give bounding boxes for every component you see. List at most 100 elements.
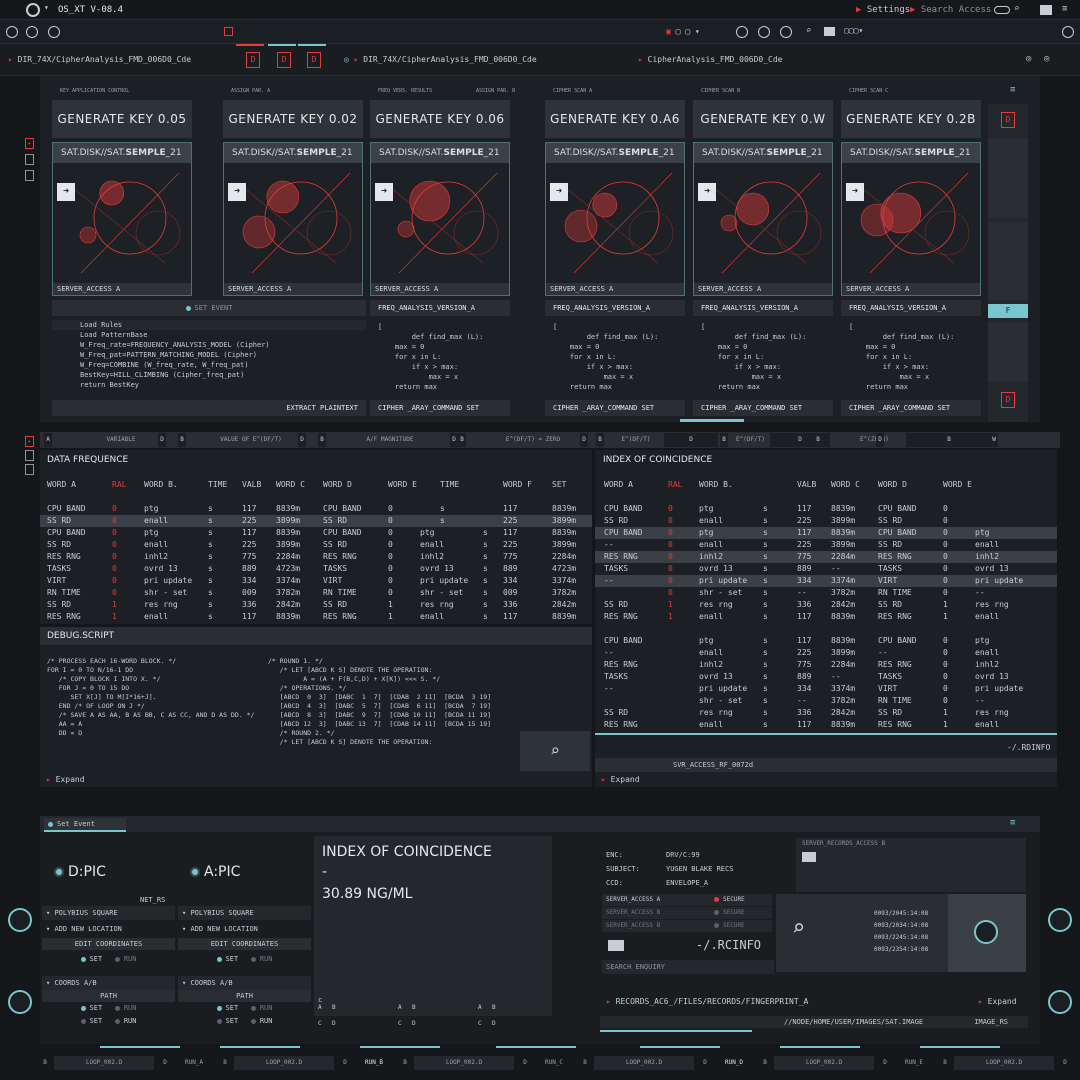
- variable-bar-cell[interactable]: A: [44, 433, 52, 447]
- footer-cell[interactable]: D: [700, 1056, 710, 1070]
- table-row[interactable]: RES RNG inhl2 s 775 2284m RES RNG 0 inhl2: [595, 659, 1057, 671]
- debug-search-button[interactable]: ⌕: [520, 731, 590, 771]
- variable-bar-cell[interactable]: B: [720, 433, 728, 447]
- footer-cell[interactable]: RUN_C: [534, 1056, 574, 1070]
- layout-icons[interactable]: ▣ ▢ ▢ ▾: [666, 27, 700, 36]
- table-row[interactable]: RES RNG enall s 117 8839m RES RNG 1 enall: [595, 719, 1057, 731]
- footer-cell[interactable]: B: [760, 1056, 770, 1070]
- hex-nav-icon-3[interactable]: [1048, 908, 1072, 932]
- set-run-row[interactable]: SET RUN: [42, 1015, 175, 1028]
- variable-bar-cell[interactable]: VALUE OF E^(DF/T): [208, 433, 294, 447]
- set-run-row[interactable]: SET RUN: [42, 950, 175, 968]
- grid-cell[interactable]: B: [492, 1004, 496, 1011]
- table-row[interactable]: CPU BAND 0 ptg s 117 8839m CPU BAND 0 ptg s 117 883…: [40, 527, 592, 539]
- footer-cell[interactable]: RUN_B: [354, 1056, 394, 1070]
- table-row[interactable]: TASKS 0 ovrd 13 s 889 -- TASKS 0 ovrd 13: [595, 563, 1057, 575]
- right-path-tab[interactable]: ▸ CipherAnalysis_FMD_006D0_Cde: [638, 55, 783, 64]
- table-row[interactable]: -- enall s 225 3899m -- 0 enall: [595, 647, 1057, 659]
- generate-key-button[interactable]: GENERATE KEY 0.06: [370, 100, 510, 138]
- server-access-row[interactable]: SERVER_ACCESS B SECURE: [602, 920, 772, 932]
- table-row[interactable]: RES RNG 0 inhl2 s 775 2284m RES RNG 0 inhl2 s 775 2…: [40, 551, 592, 563]
- table-row[interactable]: -- 0 enall s 225 3899m SS RD 0 enall: [595, 539, 1057, 551]
- card-arrow-button[interactable]: ➜: [228, 183, 246, 201]
- set-run-row[interactable]: SET RUN: [178, 1002, 311, 1015]
- variable-bar-cell[interactable]: A/F MAGNITUDE: [340, 433, 440, 447]
- grid-cell[interactable]: C: [398, 1020, 402, 1027]
- set-run-row[interactable]: SET RUN: [178, 950, 311, 968]
- grid-cell[interactable]: D: [412, 1020, 416, 1027]
- table-row[interactable]: SS RD 1 res rng s 336 2842m SS RD 1 res rng s 336 2…: [40, 599, 592, 611]
- cipher-command-button[interactable]: CIPHER _ARAY_COMMAND SET: [841, 400, 981, 416]
- footer-cell[interactable]: LOOP_002.D: [414, 1056, 514, 1070]
- side-file-icon-1[interactable]: ▸: [25, 138, 34, 149]
- variable-bar-cell[interactable]: B: [814, 433, 822, 447]
- right-f-button[interactable]: F: [988, 304, 1028, 318]
- footer-cell[interactable]: B: [940, 1056, 950, 1070]
- table-row[interactable]: 0 shr - set s -- 3782m RN TIME 0 --: [595, 587, 1057, 599]
- mid-path-tab[interactable]: ◎ ▸ DIR_74X/CipherAnalysis_FMD_006D0_Cde: [344, 55, 537, 64]
- footer-cell[interactable]: D: [1060, 1056, 1070, 1070]
- record-button-4[interactable]: [736, 26, 748, 38]
- grid-cell[interactable]: A: [318, 1004, 322, 1011]
- grid-cell[interactable]: D: [492, 1020, 496, 1027]
- grid-cell[interactable]: B: [332, 1004, 336, 1011]
- records-expand[interactable]: ▸ Expand: [978, 996, 1017, 1008]
- table-row[interactable]: SS RD 1 res rng s 336 2842m SS RD 1 res rng: [595, 599, 1057, 611]
- table-row[interactable]: CPU BAND ptg s 117 8839m CPU BAND 0 ptg: [595, 635, 1057, 647]
- table-row[interactable]: shr - set s -- 3782m RN TIME 0 --: [595, 695, 1057, 707]
- search-access-link[interactable]: ▶ Search Access: [910, 4, 991, 16]
- variable-bar-cell[interactable]: B: [178, 433, 186, 447]
- generate-key-button[interactable]: GENERATE KEY 0.A6: [545, 100, 685, 138]
- satellite-card[interactable]: SAT.DISK//SAT.SEMPLE_21 ➜ SERVER_ACCESS …: [52, 142, 192, 296]
- window-icons[interactable]: ▢▢▢▾: [844, 26, 863, 35]
- extract-plaintext-button[interactable]: EXTRACT PLAINTEXT: [52, 400, 366, 416]
- cipher-command-button[interactable]: CIPHER _ARAY_COMMAND SET: [545, 400, 685, 416]
- variable-bar-cell[interactable]: D: [580, 433, 588, 447]
- footer-cell[interactable]: D: [520, 1056, 530, 1070]
- table-row[interactable]: SS RD 0 enall s 225 3899m SS RD 0 enall s 225 3899m: [40, 539, 592, 551]
- footer-cell[interactable]: RUN_D: [714, 1056, 754, 1070]
- satellite-card[interactable]: SAT.DISK//SAT.SEMPLE_21 ➜ SERVER_ACCESS …: [841, 142, 981, 296]
- settings-gear-icon-2[interactable]: ◎: [1044, 54, 1049, 64]
- set-run-row[interactable]: SET RUN: [178, 1015, 311, 1028]
- side-file-icon-5[interactable]: [25, 450, 34, 461]
- generate-key-button[interactable]: GENERATE KEY 0.05: [52, 100, 192, 138]
- footer-cell[interactable]: D: [160, 1056, 170, 1070]
- table-row[interactable]: -- pri update s 334 3374m VIRT 0 pri update: [595, 683, 1057, 695]
- variable-bar-cell[interactable]: D: [158, 433, 166, 447]
- search-enquiry-field[interactable]: SEARCH ENQUIRY: [602, 960, 774, 974]
- right-file-icon-1[interactable]: D: [1001, 112, 1015, 128]
- file-icon-1[interactable]: D: [246, 52, 260, 68]
- satellite-card[interactable]: SAT.DISK//SAT.SEMPLE_21 ➜ SERVER_ACCESS …: [223, 142, 363, 296]
- add-location-button[interactable]: ▾ ADD NEW LOCATION: [42, 920, 175, 938]
- table-row[interactable]: SS RD res rng s 336 2842m SS RD 1 res rng: [595, 707, 1057, 719]
- grid-cell[interactable]: C: [478, 1020, 482, 1027]
- add-location-button[interactable]: ▾ ADD NEW LOCATION: [178, 920, 311, 938]
- card-arrow-button[interactable]: ➜: [57, 183, 75, 201]
- path-button[interactable]: PATH: [178, 990, 311, 1002]
- right-file-icon-2[interactable]: D: [1001, 392, 1015, 408]
- index-expand-link[interactable]: ▸ Expand: [601, 774, 640, 786]
- set-event-tab[interactable]: Set Event: [44, 818, 126, 830]
- variable-bar-cell[interactable]: E^(DF/T) = ZERO: [490, 433, 576, 447]
- footer-cell[interactable]: LOOP_002.D: [594, 1056, 694, 1070]
- footer-cell[interactable]: LOOP_002.D: [774, 1056, 874, 1070]
- file-icon-3[interactable]: D: [307, 52, 321, 68]
- satellite-card[interactable]: SAT.DISK//SAT.SEMPLE_21 ➜ SERVER_ACCESS …: [370, 142, 510, 296]
- side-file-icon-3[interactable]: [25, 170, 34, 181]
- grid-cell[interactable]: C: [318, 1020, 322, 1027]
- dpic-toggle[interactable]: D:PIC: [54, 864, 106, 880]
- table-row[interactable]: SS RD 0 enall s 225 3899m SS RD 0: [595, 515, 1057, 527]
- hex-nav-icon-1[interactable]: [8, 908, 32, 932]
- variable-bar-cell[interactable]: D: [450, 433, 458, 447]
- variable-bar-cell[interactable]: W: [990, 433, 998, 447]
- table-row[interactable]: TASKS 0 ovrd 13 s 889 4723m TASKS 0 ovrd 13 s 889 4…: [40, 563, 592, 575]
- footer-cell[interactable]: B: [580, 1056, 590, 1070]
- settings-link[interactable]: ▶ Settings: [856, 4, 910, 16]
- card-arrow-button[interactable]: ➜: [846, 183, 864, 201]
- bottom-menu-icon[interactable]: ≡: [1010, 818, 1015, 828]
- record-button-3[interactable]: [48, 26, 60, 38]
- footer-cell[interactable]: B: [400, 1056, 410, 1070]
- footer-cell[interactable]: B: [220, 1056, 230, 1070]
- apic-toggle[interactable]: A:PIC: [190, 864, 240, 880]
